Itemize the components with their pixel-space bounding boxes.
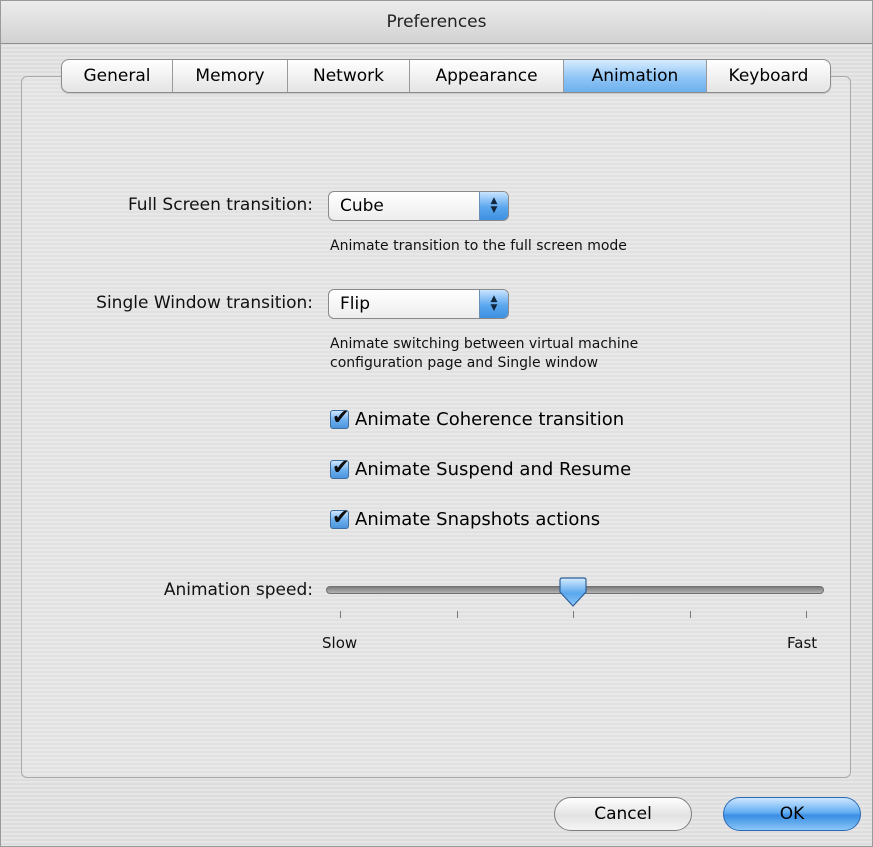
single-window-transition-description: Animate switching between virtual machin… xyxy=(330,335,638,373)
slider-min-label: Slow xyxy=(322,634,358,652)
tab-network[interactable]: Network xyxy=(288,60,410,92)
animate-snapshots-checkbox[interactable]: Animate Snapshots actions xyxy=(330,505,601,530)
slider-max-label: Fast xyxy=(787,634,818,652)
single-window-transition-label: Single Window transition: xyxy=(96,293,313,313)
animation-speed-slider-thumb[interactable] xyxy=(559,577,587,607)
animation-speed-label: Animation speed: xyxy=(163,580,313,600)
slider-tick xyxy=(689,611,691,618)
checkbox-checked-icon xyxy=(330,505,350,529)
window-title: Preferences xyxy=(1,1,872,44)
full-screen-transition-label: Full Screen transition: xyxy=(127,195,313,215)
checkbox-label: Animate Coherence transition xyxy=(355,409,625,430)
tab-memory[interactable]: Memory xyxy=(173,60,288,92)
description-line: configuration page and Single window xyxy=(330,355,599,371)
checkbox-checked-icon xyxy=(330,455,350,479)
slider-tick xyxy=(340,611,341,618)
slider-tick xyxy=(806,611,807,618)
popup-arrows-icon: ▲ ▼ xyxy=(479,192,508,220)
animate-coherence-checkbox[interactable]: Animate Coherence transition xyxy=(330,405,625,430)
full-screen-transition-value: Cube xyxy=(340,196,384,216)
slider-tick xyxy=(573,611,574,618)
description-line: Animate switching between virtual machin… xyxy=(330,336,639,352)
full-screen-transition-popup[interactable]: Cube ▲ ▼ xyxy=(328,191,509,221)
checkbox-checked-icon xyxy=(330,405,350,429)
full-screen-transition-description: Animate transition to the full screen mo… xyxy=(330,238,627,254)
slider-tick xyxy=(456,611,458,618)
single-window-transition-popup[interactable]: Flip ▲ ▼ xyxy=(328,289,509,319)
checkbox-label: Animate Suspend and Resume xyxy=(355,459,632,480)
popup-arrows-icon: ▲ ▼ xyxy=(479,290,508,318)
tab-general[interactable]: General xyxy=(62,60,173,92)
animate-suspend-resume-checkbox[interactable]: Animate Suspend and Resume xyxy=(330,455,632,480)
ok-button[interactable]: OK xyxy=(723,797,861,831)
checkbox-label: Animate Snapshots actions xyxy=(355,509,601,530)
tab-animation[interactable]: Animation xyxy=(564,60,707,92)
tab-keyboard[interactable]: Keyboard xyxy=(707,60,830,92)
preferences-window: Preferences General Memory Network Appea… xyxy=(0,0,873,847)
single-window-transition-value: Flip xyxy=(340,294,371,314)
cancel-button[interactable]: Cancel xyxy=(554,797,692,831)
tab-appearance[interactable]: Appearance xyxy=(410,60,564,92)
tab-bar: General Memory Network Appearance Animat… xyxy=(61,59,831,93)
